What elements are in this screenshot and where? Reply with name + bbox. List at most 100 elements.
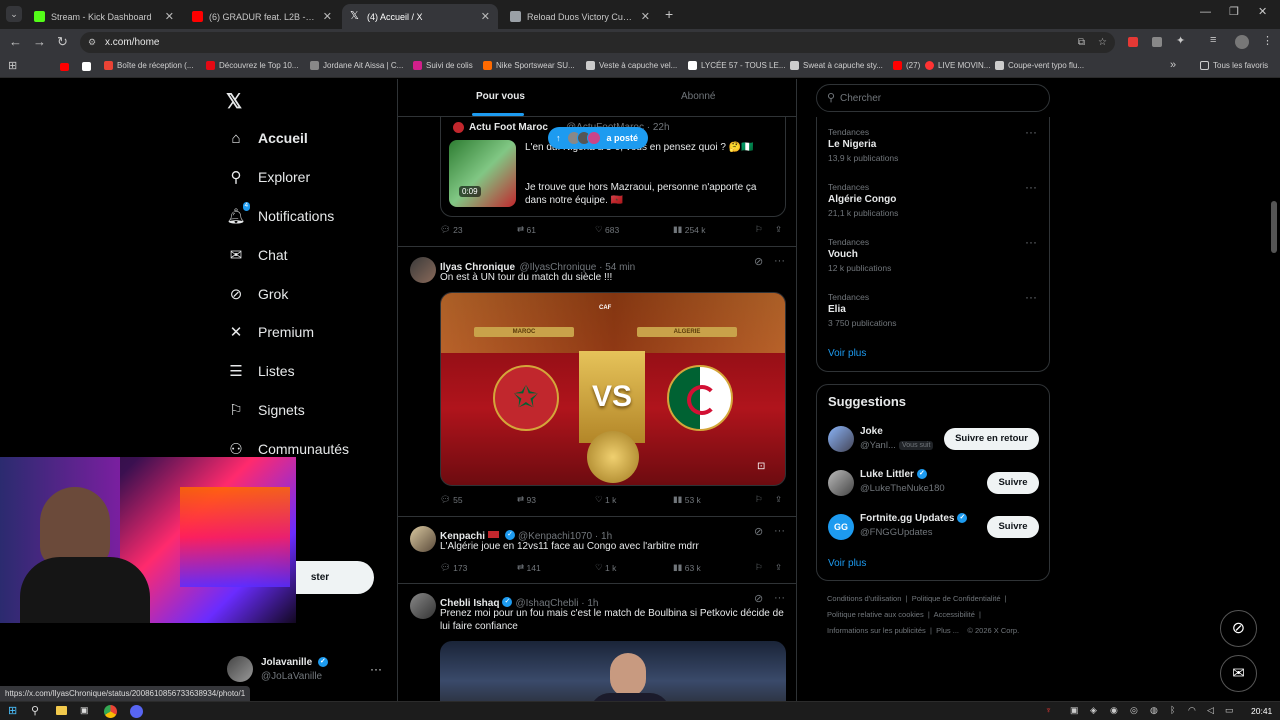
forward-icon[interactable]: → xyxy=(33,34,46,49)
file-explorer-icon[interactable] xyxy=(56,706,67,715)
post-actu-foot[interactable]: Actu Foot Maroc @ActuFootMaroc · 22h 0:0… xyxy=(398,117,796,247)
tray-icon[interactable]: ◍ xyxy=(1150,705,1158,716)
post-image[interactable]: MAROC ALGERIE CAF ✩ VS ⊡ xyxy=(440,292,786,486)
more-icon[interactable]: ··· xyxy=(1025,125,1037,139)
extension-icon[interactable] xyxy=(1152,37,1162,47)
footer-link[interactable]: Politique de Confidentialité xyxy=(912,594,1001,603)
nav-explore[interactable]: ⚲ Explorer xyxy=(226,167,311,187)
reply-button[interactable]: 💬︎ 55 xyxy=(440,494,517,505)
tray-icon[interactable]: ◉ xyxy=(1110,705,1118,716)
bookmark-item[interactable]: LIVE MOVIN... xyxy=(925,61,990,70)
nav-notifications[interactable]: 🔔︎ 4 Notifications xyxy=(226,202,334,226)
avatar[interactable] xyxy=(410,526,436,552)
post-chebli[interactable]: Chebli Ishaq ✓ @IshaqChebli · 1h ⊘ ··· Pre… xyxy=(398,584,796,701)
chrome-icon[interactable] xyxy=(104,705,117,718)
views-button[interactable]: ▮▮ 53 k xyxy=(673,494,755,505)
bookmark-icon[interactable]: ⚐ xyxy=(755,494,775,505)
footer-link[interactable]: Accessibilité xyxy=(934,610,975,619)
new-posts-pill[interactable]: ↑ a posté xyxy=(548,127,649,149)
discord-icon[interactable] xyxy=(130,705,143,718)
tab-fortnite[interactable]: Reload Duos Victory Cup in Eu ✕ xyxy=(502,4,658,29)
tab-x-home[interactable]: 𝕏 (4) Accueil / X ✕ xyxy=(342,4,498,29)
show-more-link[interactable]: Voir plus xyxy=(828,348,866,359)
more-icon[interactable]: ··· xyxy=(774,592,785,604)
tray-icon[interactable]: ♆ xyxy=(1045,705,1052,715)
close-icon[interactable]: ✕ xyxy=(641,10,650,23)
grok-icon[interactable]: ⊘ xyxy=(754,525,763,538)
repost-button[interactable]: ⇄ 61 xyxy=(517,224,595,235)
tab-for-you[interactable]: Pour vous xyxy=(476,91,525,102)
more-icon[interactable]: ··· xyxy=(1025,290,1037,304)
more-icon[interactable]: ··· xyxy=(774,525,785,537)
post-image[interactable] xyxy=(440,641,786,701)
avatar[interactable] xyxy=(410,593,436,619)
chevron-right-icon[interactable]: » xyxy=(1170,59,1176,71)
nav-chat[interactable]: ✉ Chat xyxy=(226,245,288,265)
wifi-icon[interactable]: ◠ xyxy=(1188,705,1196,716)
media-icon[interactable]: ≡ xyxy=(1210,34,1216,46)
video-thumbnail[interactable]: 0:09 xyxy=(449,140,516,207)
terminal-icon[interactable]: ▣ xyxy=(80,705,89,716)
avatar[interactable] xyxy=(410,257,436,283)
nav-premium[interactable]: ✕ Premium xyxy=(226,322,314,342)
tab-youtube[interactable]: (6) GRADUR feat. L2B - CONGO ✕ xyxy=(184,4,340,29)
reply-button[interactable]: 💬︎ 173 xyxy=(440,562,517,573)
share-icon[interactable]: ⇪ xyxy=(775,562,782,573)
x-logo-icon[interactable]: 𝕏 xyxy=(226,89,242,114)
nav-bookmarks[interactable]: ⚐ Signets xyxy=(226,400,304,420)
suggestion-name[interactable]: Joke xyxy=(860,426,883,437)
close-icon[interactable]: ✕ xyxy=(323,10,332,23)
grok-float-button[interactable]: ⊘ xyxy=(1220,610,1257,647)
post-ilyas[interactable]: Ilyas Chronique @IlyasChronique · 54 min… xyxy=(398,247,796,517)
bookmark-item[interactable]: LYCÉE 57 - TOUS LE... xyxy=(688,61,785,70)
share-icon[interactable]: ⇪ xyxy=(775,494,782,505)
footer-link[interactable]: Plus ... xyxy=(936,626,959,635)
like-button[interactable]: ♡ 1 k xyxy=(595,562,673,573)
more-icon[interactable]: ··· xyxy=(1025,180,1037,194)
grok-icon[interactable]: ⊘ xyxy=(754,255,763,268)
youtube-icon[interactable] xyxy=(60,63,69,71)
like-button[interactable]: ♡ 683 xyxy=(595,224,673,235)
site-info-icon[interactable]: ⚙ xyxy=(88,32,96,53)
clock[interactable]: 20:41 xyxy=(1251,706,1272,716)
footer-link[interactable]: Politique relative aux cookies xyxy=(827,610,924,619)
repost-button[interactable]: ⇄ 141 xyxy=(517,562,595,573)
bookmark-item[interactable]: Découvrez le Top 10... xyxy=(206,61,298,70)
windows-start-icon[interactable]: ⊞ xyxy=(8,704,17,717)
bookmark-icon[interactable]: ⚐ xyxy=(755,562,775,573)
menu-icon[interactable]: ⋮ xyxy=(1262,34,1273,47)
bookmark-item[interactable]: (27) xyxy=(893,61,920,70)
bookmark-item[interactable]: Veste à capuche vel... xyxy=(586,61,677,70)
tray-icon[interactable]: ◎ xyxy=(1130,705,1138,716)
tab-following[interactable]: Abonné xyxy=(681,91,715,102)
avatar[interactable] xyxy=(828,470,854,496)
grok-image-icon[interactable]: ⊡ xyxy=(757,461,765,472)
battery-icon[interactable]: ▭ xyxy=(1225,705,1234,716)
trend-item[interactable]: Tendances Vouch 12 k publications xyxy=(828,237,891,273)
suggestion-name[interactable]: Fortnite.gg Updates ✓ xyxy=(860,513,970,524)
extension-icon[interactable] xyxy=(1128,37,1138,47)
tray-icon[interactable]: ◈ xyxy=(1090,705,1097,716)
account-name[interactable]: Jolavanille ✓ xyxy=(261,657,331,668)
bluetooth-icon[interactable]: ᛒ xyxy=(1170,705,1175,715)
tray-icon[interactable]: ▣ xyxy=(1070,705,1079,716)
puzzle-icon[interactable]: ✦ xyxy=(1176,34,1185,47)
bookmark-item[interactable]: Suivi de colis xyxy=(413,61,473,70)
all-bookmarks[interactable]: Tous les favoris xyxy=(1200,61,1268,70)
account-more-icon[interactable]: ··· xyxy=(370,662,382,676)
sound-icon[interactable]: ◁ xyxy=(1207,705,1214,716)
repost-button[interactable]: ⇄ 93 xyxy=(517,494,595,505)
nav-home[interactable]: ⌂ Accueil xyxy=(226,128,307,148)
trend-item[interactable]: Tendances Le Nigeria 13,9 k publications xyxy=(828,127,898,163)
suggestion-name[interactable]: Luke Littler ✓ xyxy=(860,469,930,480)
back-icon[interactable]: ← xyxy=(9,34,22,49)
bookmark-icon[interactable] xyxy=(82,62,91,71)
avatar[interactable] xyxy=(828,426,854,452)
reply-button[interactable]: 💬︎ 23 xyxy=(440,224,517,235)
minimize-icon[interactable]: — xyxy=(1200,6,1211,18)
follow-button[interactable]: Suivre xyxy=(987,472,1039,494)
close-icon[interactable]: ✕ xyxy=(481,10,490,23)
trend-item[interactable]: Tendances Elia 3 750 publications xyxy=(828,292,897,328)
views-button[interactable]: ▮▮ 254 k xyxy=(673,224,755,235)
restore-icon[interactable]: ❐ xyxy=(1229,5,1239,18)
